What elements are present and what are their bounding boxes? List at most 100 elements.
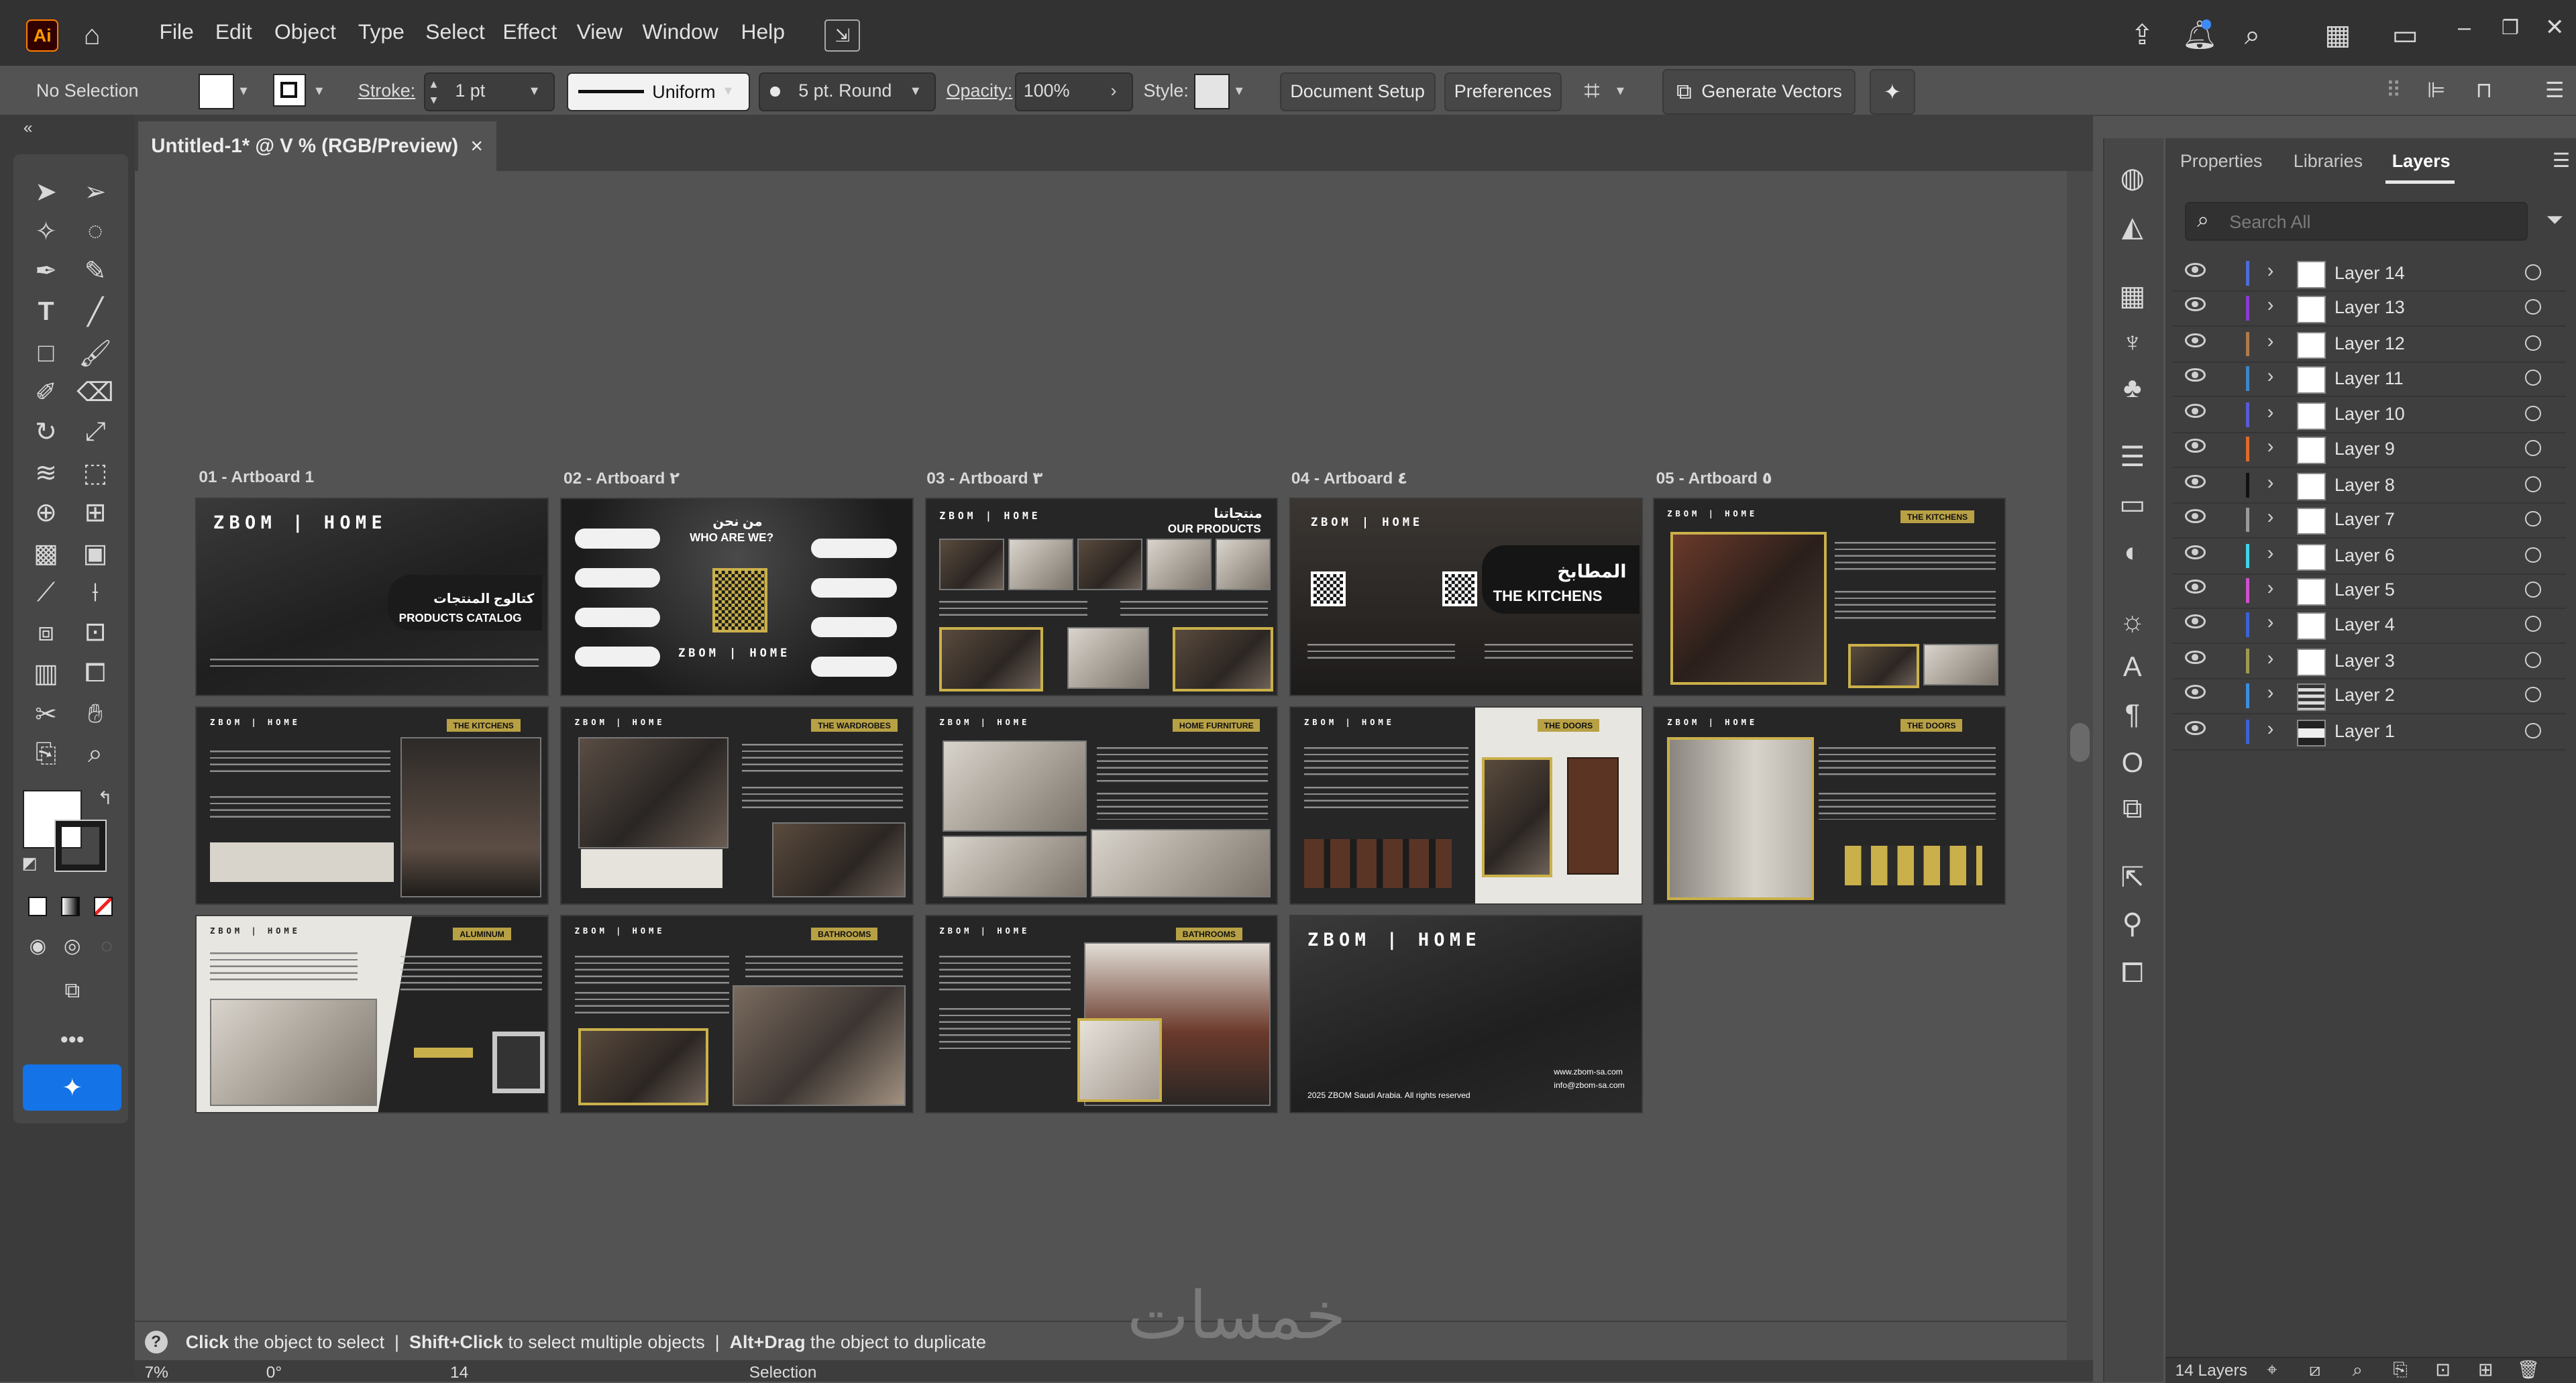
trash-icon[interactable]: 🗑︎	[2517, 1360, 2540, 1380]
select-similar-icon[interactable]: ⌗	[1574, 74, 1610, 107]
paragraph-icon[interactable]: ¶	[2112, 698, 2152, 731]
panel-menu-icon[interactable]: ☰	[2550, 148, 2573, 174]
target-icon[interactable]	[2525, 335, 2541, 351]
artboard-5[interactable]: ZBOM | HOME THE KITCHENS	[1652, 498, 2006, 697]
eye-icon[interactable]	[2185, 545, 2206, 559]
eye-icon[interactable]	[2185, 262, 2206, 277]
eyedropper-tool-icon[interactable]: ⟋	[26, 575, 66, 611]
measure-tool-icon[interactable]: ⟊	[76, 575, 115, 611]
color-mode-icon[interactable]	[28, 897, 48, 916]
artboard-label-5[interactable]: 05 - Artboard ٥	[1656, 468, 1772, 488]
draw-inside-icon[interactable]: ◌	[92, 933, 121, 959]
swatches-icon[interactable]: ▦	[2112, 279, 2152, 312]
layer-name[interactable]: Layer 9	[2334, 439, 2395, 459]
layer-row[interactable]: › Layer 6	[2171, 539, 2567, 575]
layer-name[interactable]: Layer 4	[2334, 614, 2395, 635]
transparency-icon[interactable]: ◐	[2112, 535, 2152, 568]
perspective-grid-icon[interactable]: ⊞	[76, 494, 115, 531]
new-sublayer-icon[interactable]: ⊡	[2432, 1360, 2455, 1380]
chevron-right-icon[interactable]: ›	[1111, 80, 1117, 101]
generate-vectors-button[interactable]: ⧉ Generate Vectors	[1662, 68, 1856, 115]
restore-icon[interactable]: ❐	[2496, 13, 2525, 43]
lasso-tool-icon[interactable]: ◌	[76, 213, 115, 250]
none-mode-icon[interactable]	[93, 897, 113, 916]
menu-select[interactable]: Select	[425, 19, 484, 44]
grid-icon[interactable]: ⠿	[2379, 74, 2408, 107]
target-icon[interactable]	[2525, 405, 2541, 422]
eye-icon[interactable]	[2185, 650, 2206, 665]
tab-libraries[interactable]: Libraries	[2294, 151, 2363, 172]
artboard-2[interactable]: من نحن WHO ARE WE? ZBOM | HOME	[560, 498, 914, 697]
preferences-button[interactable]: Preferences	[1444, 72, 1562, 111]
eye-icon[interactable]	[2185, 509, 2206, 523]
target-icon[interactable]	[2525, 686, 2541, 703]
align-icon[interactable]: ⊫	[2422, 74, 2451, 107]
layer-row[interactable]: › Layer 8	[2171, 468, 2567, 504]
target-icon[interactable]	[2525, 616, 2541, 632]
chevron-right-icon[interactable]: ›	[2267, 577, 2274, 600]
layer-name[interactable]: Layer 11	[2334, 368, 2404, 389]
export-icon[interactable]: ⇱	[2112, 861, 2152, 893]
symbols-icon[interactable]: ♣	[2112, 371, 2152, 404]
close-window-icon[interactable]: ✕	[2540, 13, 2569, 43]
eye-icon[interactable]	[2185, 685, 2206, 699]
target-icon[interactable]	[2525, 510, 2541, 527]
layer-name[interactable]: Layer 14	[2334, 263, 2405, 284]
target-icon[interactable]	[2525, 652, 2541, 668]
chevron-down-icon[interactable]: ▾	[1617, 82, 1624, 99]
graph-tool-icon[interactable]: ▥	[26, 655, 66, 692]
paintbrush-tool-icon[interactable]: 🖌︎	[76, 335, 115, 372]
eye-icon[interactable]	[2185, 404, 2206, 419]
menu-file[interactable]: File	[160, 19, 194, 44]
tab-layers[interactable]: Layers	[2392, 151, 2451, 172]
character-icon[interactable]: A	[2112, 651, 2152, 683]
eye-icon[interactable]	[2185, 474, 2206, 489]
eye-icon[interactable]	[2185, 579, 2206, 594]
menu-edit[interactable]: Edit	[215, 19, 252, 44]
artboard-label-2[interactable]: 02 - Artboard ٢	[564, 468, 680, 488]
menu-type[interactable]: Type	[358, 19, 405, 44]
mesh-tool-icon[interactable]: ▩	[26, 535, 66, 571]
artboard-14[interactable]: ZBOM | HOME 2025 ZBOM Saudi Arabia. All …	[1289, 915, 1643, 1114]
layer-name[interactable]: Layer 7	[2334, 509, 2395, 530]
layer-name[interactable]: Layer 10	[2334, 404, 2405, 425]
stroke-panel-icon[interactable]: ☰	[2112, 440, 2152, 473]
tab-properties[interactable]: Properties	[2180, 151, 2263, 172]
layer-row[interactable]: › Layer 9	[2171, 432, 2567, 468]
eye-icon[interactable]	[2185, 333, 2206, 347]
layer-name[interactable]: Layer 1	[2334, 721, 2395, 742]
artboard-9[interactable]: ZBOM | HOME THE DOORS	[1289, 706, 1643, 905]
links-icon[interactable]: ⚲	[2112, 907, 2152, 940]
draw-behind-icon[interactable]: ◎	[58, 933, 87, 959]
artboard-tool-icon[interactable]: ⧠	[76, 655, 115, 692]
minimize-icon[interactable]: –	[2449, 13, 2479, 43]
export-icon[interactable]: ⎘	[2389, 1360, 2412, 1380]
artboard-7[interactable]: ZBOM | HOME THE WARDROBES	[560, 706, 914, 905]
artboard-11[interactable]: ZBOM | HOME ALUMINUM	[195, 915, 549, 1114]
chevron-right-icon[interactable]: ›	[2267, 647, 2274, 670]
stroke-color-box[interactable]	[54, 820, 107, 872]
home-icon[interactable]: ⌂	[76, 19, 109, 49]
line-tool-icon[interactable]: ╱	[76, 294, 115, 330]
zoom-level[interactable]: 7%	[145, 1364, 168, 1382]
color-guide-icon[interactable]: ◭	[2112, 210, 2152, 243]
gradient-panel-icon[interactable]: ▭	[2112, 488, 2152, 520]
screen-mode-icon[interactable]: ⧉	[52, 976, 92, 1005]
filter-icon[interactable]: ⏷	[2542, 207, 2568, 233]
artboard-number[interactable]: 14	[450, 1364, 468, 1382]
print-tiling-icon[interactable]: ⎘	[26, 736, 66, 772]
artboard-label-1[interactable]: 01 - Artboard 1	[199, 468, 314, 487]
eraser-tool-icon[interactable]: ⌫	[76, 374, 115, 410]
shaper-tool-icon[interactable]: ✐	[26, 374, 66, 410]
scale-tool-icon[interactable]: ⤢	[76, 414, 115, 450]
collapse-toolbar-icon[interactable]: «	[16, 118, 39, 137]
arrange-documents-icon[interactable]: ⇲	[824, 19, 861, 52]
artboard-1[interactable]: ZBOM | HOME كتالوج المنتجات PRODUCTS CAT…	[195, 498, 549, 697]
artboard-13[interactable]: ZBOM | HOME BATHROOMS	[924, 915, 1279, 1114]
artboard-label-3[interactable]: 03 - Artboard ٣	[926, 468, 1042, 488]
transform-icon[interactable]: ⊓	[2464, 74, 2504, 107]
layer-name[interactable]: Layer 13	[2334, 297, 2405, 318]
layer-row[interactable]: › Layer 10	[2171, 398, 2567, 434]
draw-normal-icon[interactable]: ◉	[23, 933, 52, 959]
document-setup-button[interactable]: Document Setup	[1279, 72, 1436, 111]
